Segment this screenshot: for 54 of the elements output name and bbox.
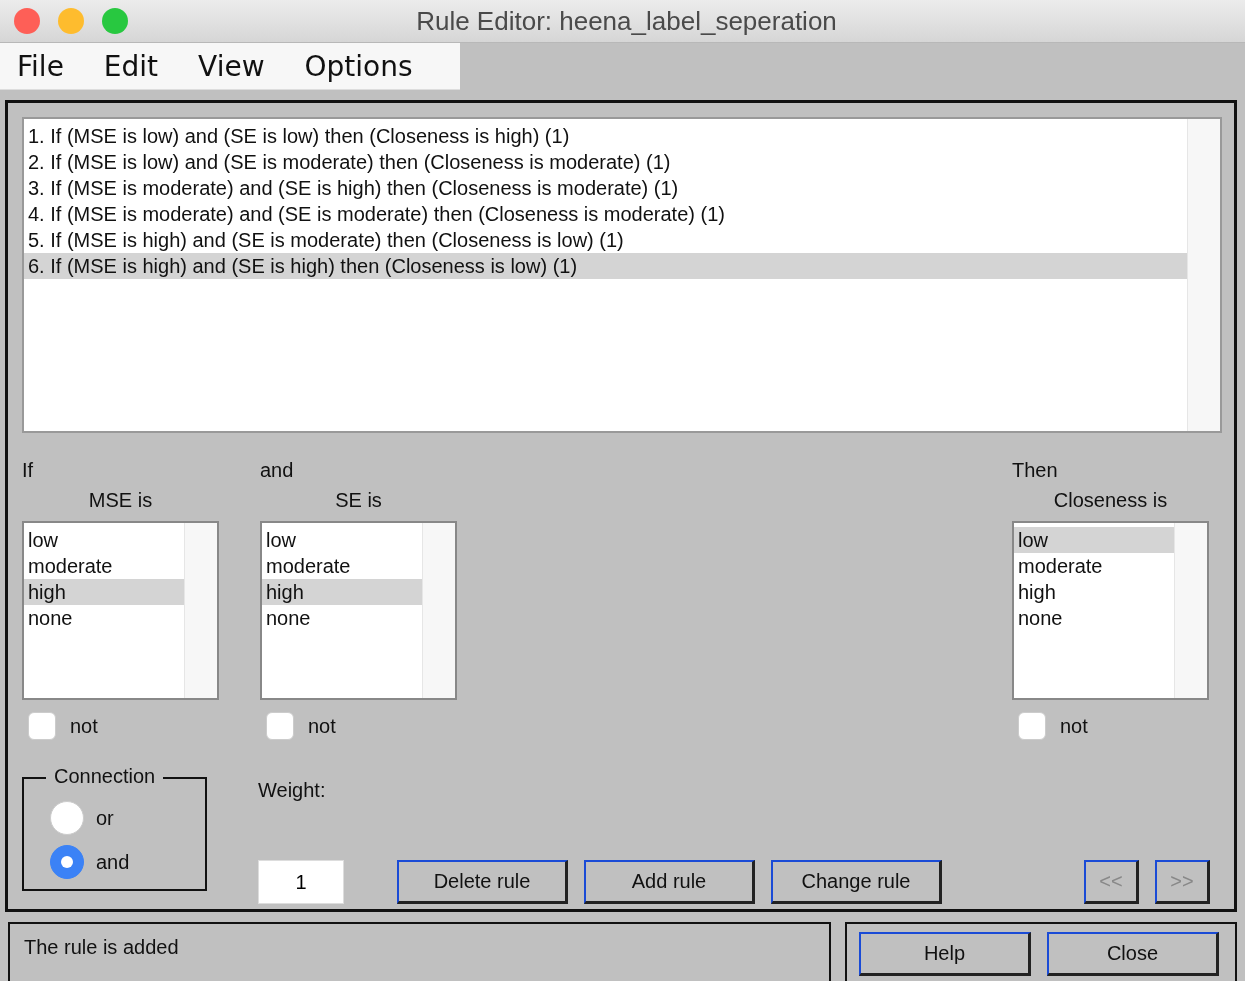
list-item[interactable]: none [24, 605, 184, 631]
list-item[interactable]: high [262, 579, 422, 605]
list-item[interactable]: low [1014, 527, 1174, 553]
rule-item[interactable]: 1. If (MSE is low) and (SE is low) then (Closeness is high) (1) [24, 123, 1187, 149]
dialog-button[interactable]: Help [859, 932, 1031, 976]
list-item[interactable]: moderate [262, 553, 422, 579]
radio-button[interactable] [50, 845, 84, 879]
scroll-bar[interactable] [184, 523, 217, 698]
dialog-button[interactable]: Close [1047, 932, 1219, 976]
section-label: Then [1012, 459, 1058, 481]
rule-item[interactable]: 2. If (MSE is low) and (SE is moderate) then (Closeness is moderate) (1) [24, 149, 1187, 175]
list-item[interactable]: none [262, 605, 422, 631]
status-message: The rule is added [8, 922, 831, 981]
section-label: If [22, 459, 34, 481]
variable-label: MSE is [88, 489, 153, 511]
minimize-window-button[interactable] [58, 8, 84, 34]
rule-item[interactable]: 3. If (MSE is moderate) and (SE is high) then (Closeness is moderate) (1) [24, 175, 1187, 201]
variable-label: Closeness is [1053, 489, 1168, 511]
scroll-bar[interactable] [1174, 523, 1207, 698]
checkbox[interactable] [28, 712, 56, 740]
rule-item[interactable]: 6. If (MSE is high) and (SE is high) then (Closeness is low) (1) [24, 253, 1187, 279]
menu-item[interactable]: View [198, 49, 265, 83]
radio-button[interactable] [50, 801, 84, 835]
weight-label: Weight: [258, 779, 327, 803]
menu-item[interactable]: File [17, 49, 64, 83]
variable-label: SE is [335, 489, 382, 511]
list-item[interactable]: none [1014, 605, 1174, 631]
list-item[interactable]: high [24, 579, 184, 605]
radio-label: and [96, 850, 130, 874]
checkbox-label: not [1060, 714, 1088, 738]
action-button[interactable]: Delete rule [397, 860, 568, 904]
close-window-button[interactable] [14, 8, 40, 34]
radio-label: or [96, 806, 114, 830]
rule-item[interactable]: 4. If (MSE is moderate) and (SE is moderate) then (Closeness is moderate) (1) [24, 201, 1187, 227]
rule-item[interactable]: 5. If (MSE is high) and (SE is moderate) then (Closeness is low) (1) [24, 227, 1187, 253]
checkbox[interactable] [1018, 712, 1046, 740]
menu-item[interactable]: Options [304, 49, 413, 83]
list-item[interactable]: low [262, 527, 422, 553]
menu-item[interactable]: Edit [103, 49, 159, 83]
action-button[interactable]: Add rule [584, 860, 755, 904]
list-item[interactable]: moderate [24, 553, 184, 579]
window-title: Rule Editor: heena_label_seperation [416, 5, 837, 37]
weight-field[interactable]: 1 [258, 860, 344, 904]
list-item[interactable]: low [24, 527, 184, 553]
scroll-bar[interactable] [1187, 119, 1220, 431]
checkbox-label: not [308, 714, 336, 738]
action-button[interactable]: Change rule [771, 860, 942, 904]
list-item[interactable]: high [1014, 579, 1174, 605]
checkbox[interactable] [266, 712, 294, 740]
zoom-window-button[interactable] [102, 8, 128, 34]
list-item[interactable]: moderate [1014, 553, 1174, 579]
scroll-bar[interactable] [422, 523, 455, 698]
checkbox-label: not [70, 714, 98, 738]
section-label: and [260, 459, 294, 481]
